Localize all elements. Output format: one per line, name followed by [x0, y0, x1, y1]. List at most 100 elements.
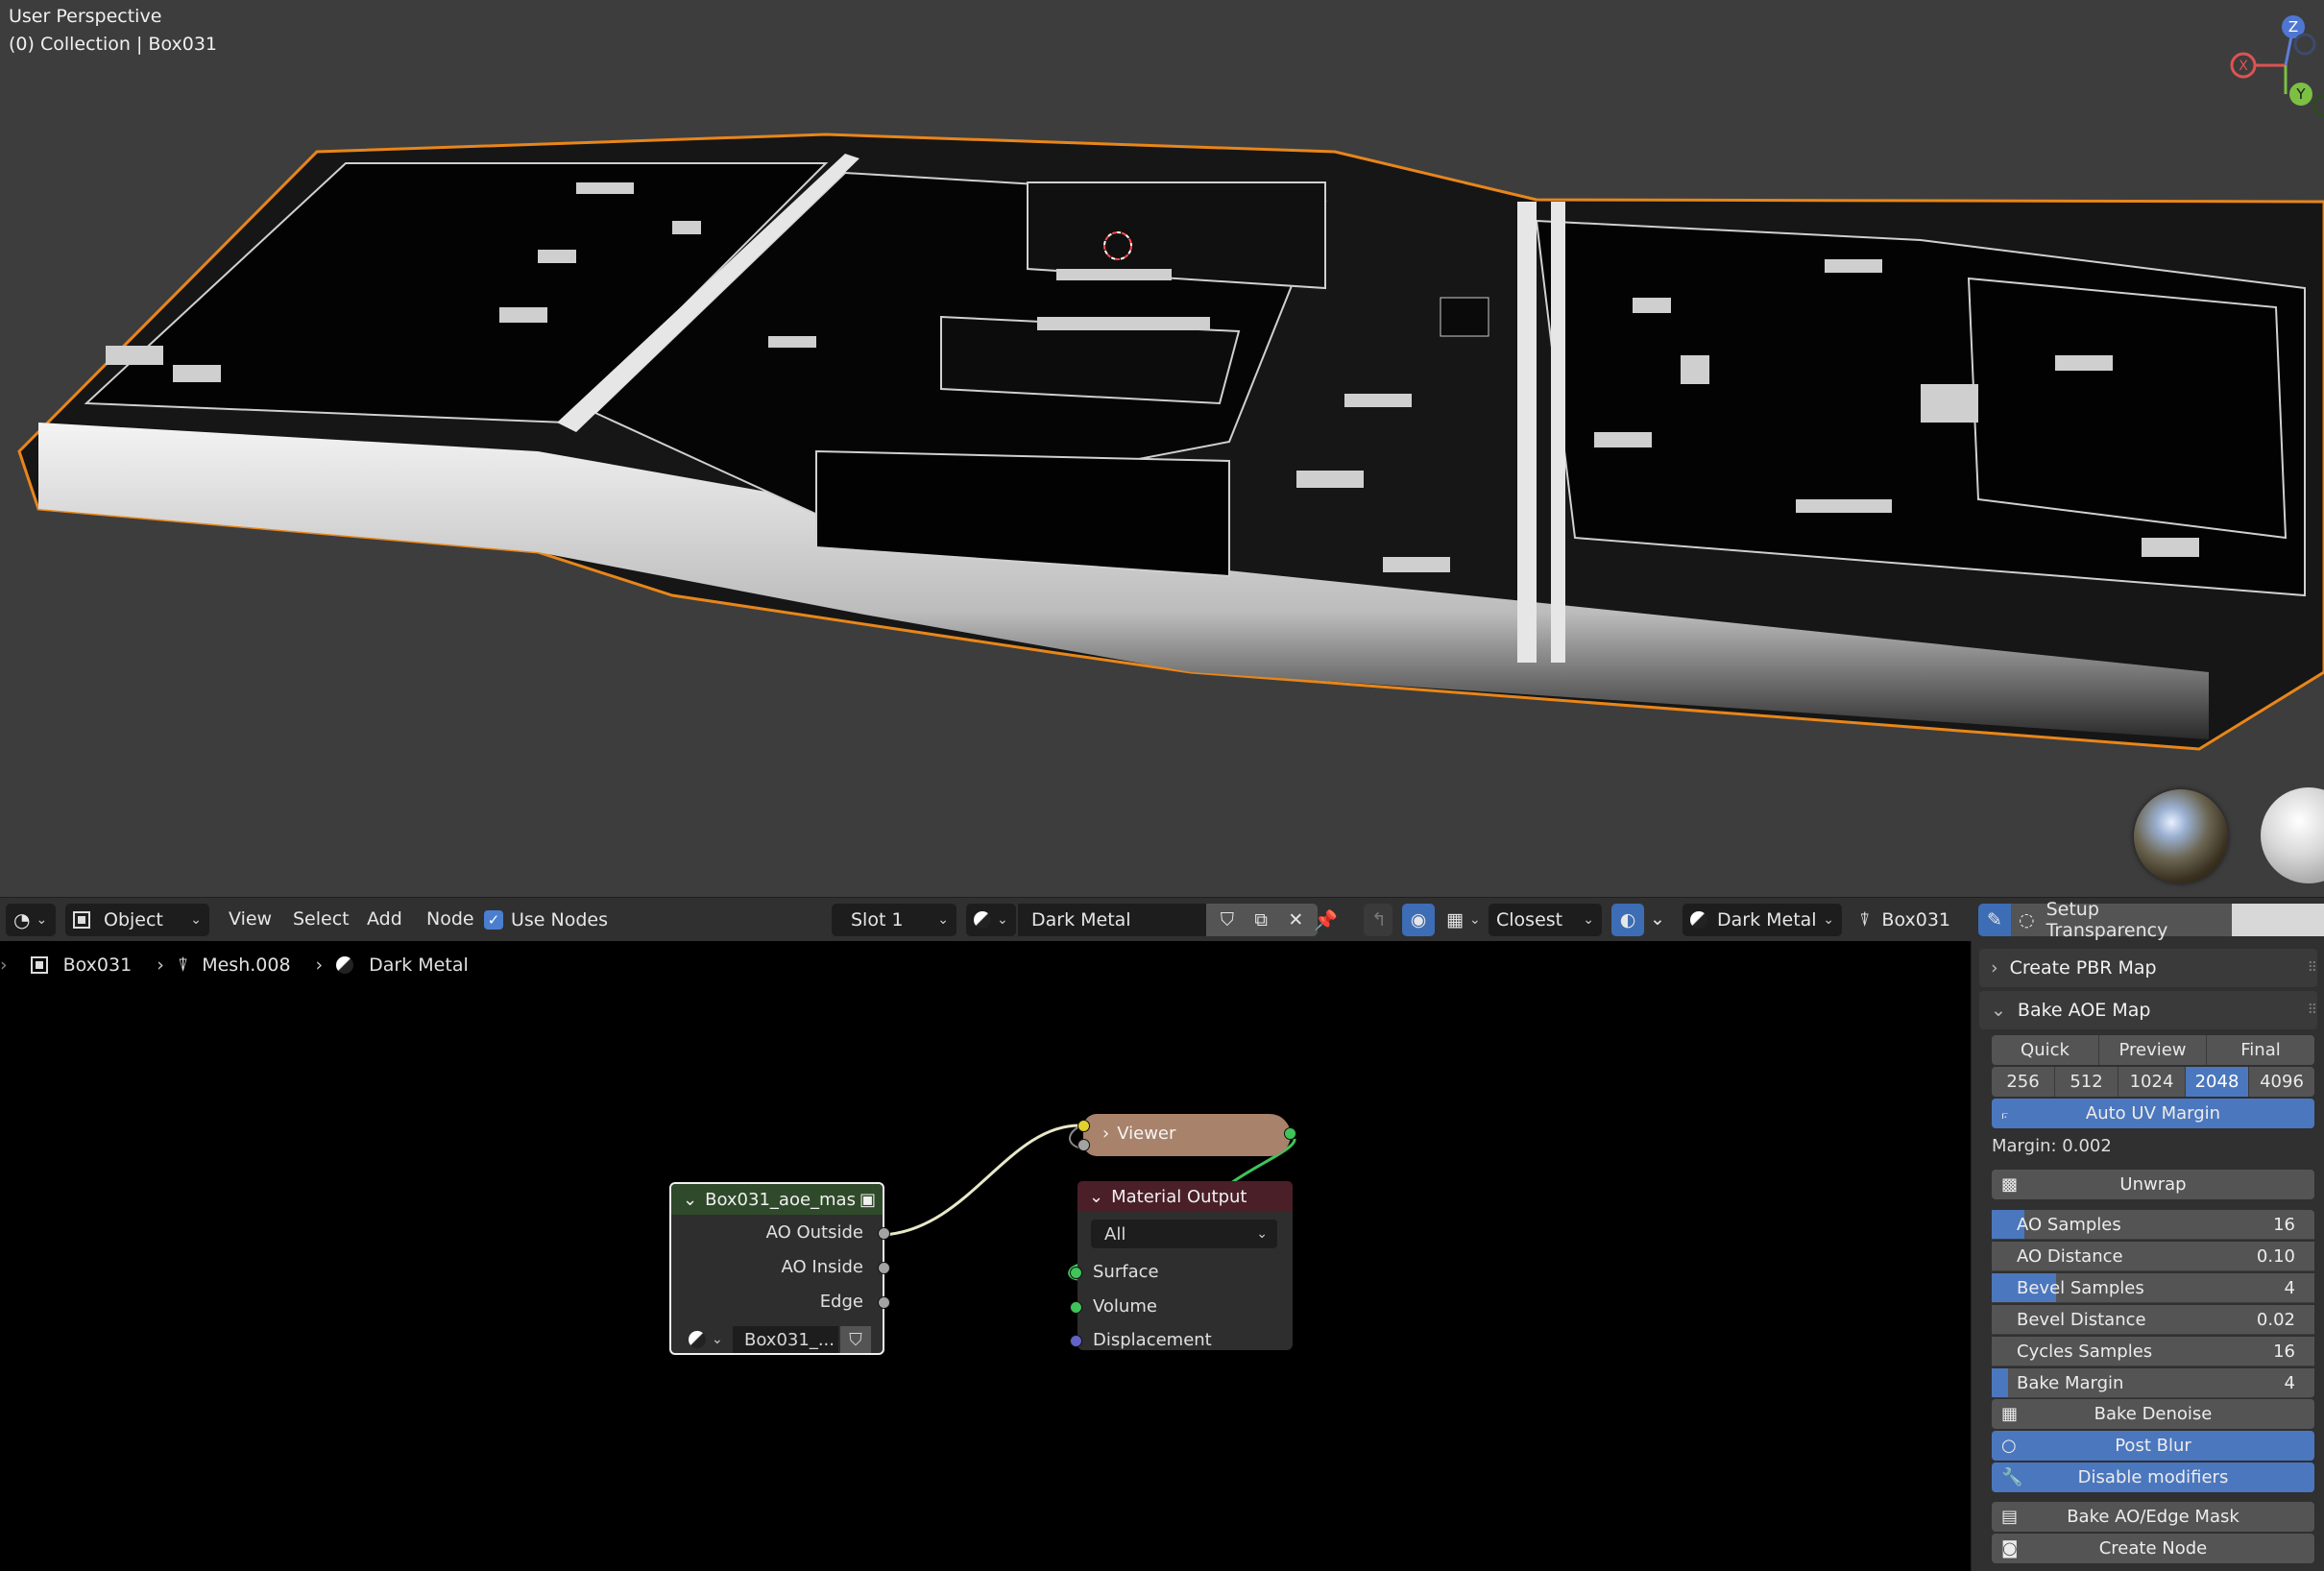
- menu-node[interactable]: Node: [426, 908, 474, 930]
- 3d-viewport[interactable]: User Perspective (0) Collection | Box031…: [0, 0, 2324, 897]
- node-editor-canvas[interactable]: › Box031 › ⍒ Mesh.008 › Dark Metal ⌄ Box…: [0, 941, 1971, 1571]
- prop-ao-distance[interactable]: AO Distance 0.10: [1992, 1242, 2314, 1271]
- socket-viewer-color[interactable]: [1077, 1120, 1090, 1132]
- target-dropdown[interactable]: All ⌄: [1091, 1220, 1277, 1248]
- prop-bevel-distance[interactable]: Bevel Distance 0.02: [1992, 1305, 2314, 1335]
- post-blur-toggle[interactable]: ○ Post Blur: [1992, 1431, 2314, 1461]
- resolution-256[interactable]: 256: [1992, 1067, 2055, 1097]
- chevron-down-icon[interactable]: ⌄: [1089, 1187, 1103, 1207]
- snap-element-dropdown[interactable]: ▦ ⌄: [1439, 904, 1487, 936]
- prop-value: 4: [2284, 1372, 2295, 1393]
- prop-value: 0.02: [2256, 1309, 2295, 1330]
- image-name-field[interactable]: Box031_...: [733, 1326, 838, 1353]
- post-blur-label: Post Blur: [2115, 1436, 2191, 1456]
- object-selector[interactable]: ⍒ Box031: [1852, 904, 1967, 936]
- scene-render[interactable]: [0, 0, 2324, 897]
- editor-type-button[interactable]: ◔ ⌄: [6, 904, 56, 936]
- mode-dropdown[interactable]: Object ⌄: [65, 904, 209, 936]
- resolution-1024[interactable]: 1024: [2118, 1067, 2186, 1097]
- prop-value: 16: [2273, 1214, 2295, 1235]
- menu-add[interactable]: Add: [367, 908, 402, 930]
- wrench-icon: 🔧: [2001, 1467, 2023, 1487]
- socket-viewer-value[interactable]: [1077, 1139, 1090, 1151]
- image-node-header[interactable]: ⌄ Box031_aoe_mas ▣: [671, 1184, 883, 1215]
- viewer-node[interactable]: › Viewer: [1077, 1114, 1296, 1156]
- material-name-field[interactable]: Dark Metal: [1018, 904, 1206, 936]
- create-node-button[interactable]: ◙ Create Node: [1992, 1534, 2314, 1563]
- socket-ao-outside[interactable]: [878, 1227, 890, 1240]
- resolution-2048[interactable]: 2048: [2186, 1067, 2249, 1097]
- chevron-down-icon: ⌄: [36, 912, 48, 928]
- prop-cycles-samples[interactable]: Cycles Samples 16: [1992, 1337, 2314, 1366]
- fake-user-shield-icon[interactable]: ⛉: [840, 1326, 871, 1353]
- image-node-title: Box031_aoe_mas: [705, 1189, 856, 1210]
- socket-viewer-output[interactable]: [1284, 1127, 1296, 1140]
- parent-node-tree-icon[interactable]: ↰: [1364, 904, 1392, 936]
- chevron-down-icon: ⌄: [712, 1332, 723, 1347]
- menu-view[interactable]: View: [229, 908, 272, 930]
- material-output-header[interactable]: ⌄ Material Output: [1077, 1181, 1293, 1212]
- chevron-down-icon: ⌄: [997, 912, 1008, 928]
- bake-denoise-toggle[interactable]: ▦ Bake Denoise: [1992, 1399, 2314, 1429]
- prop-bake-margin[interactable]: Bake Margin 4: [1992, 1368, 2314, 1398]
- overlay-toggle-icon[interactable]: ◐: [1611, 904, 1644, 936]
- bake-denoise-label: Bake Denoise: [2094, 1404, 2213, 1424]
- unwrap-button[interactable]: ▩ Unwrap: [1992, 1170, 2314, 1199]
- drag-handle-icon[interactable]: ⠿: [2308, 1003, 2317, 1018]
- pin-icon[interactable]: 📌: [1314, 908, 1338, 931]
- resolution-512[interactable]: 512: [2055, 1067, 2118, 1097]
- chevron-right-icon: ›: [157, 955, 164, 976]
- prop-ao-samples[interactable]: AO Samples 16: [1992, 1210, 2314, 1240]
- navigation-gizmo[interactable]: Z X Y: [2209, 0, 2324, 125]
- hdri-preview-ball[interactable]: [2134, 789, 2228, 883]
- quality-quick[interactable]: Quick: [1992, 1035, 2099, 1065]
- material-output-title: Material Output: [1111, 1186, 1247, 1207]
- output-ao-inside: AO Inside: [781, 1257, 863, 1277]
- material-output-node[interactable]: ⌄ Material Output All ⌄ Surface Volume D…: [1070, 1181, 1293, 1350]
- snap-toggle-icon[interactable]: ◉: [1402, 904, 1435, 936]
- browse-material-button[interactable]: ⌄: [966, 904, 1016, 936]
- prop-bevel-samples[interactable]: Bevel Samples 4: [1992, 1273, 2314, 1303]
- chevron-down-icon[interactable]: ⌄: [1650, 908, 1665, 930]
- close-icon[interactable]: ✕: [1288, 909, 1303, 931]
- use-nodes-checkbox[interactable]: ✓ Use Nodes: [484, 904, 618, 936]
- panel-create-pbr-map[interactable]: › Create PBR Map ⠿: [1991, 949, 2317, 987]
- socket-ao-inside[interactable]: [878, 1262, 890, 1274]
- chevron-down-icon[interactable]: ⌄: [683, 1190, 697, 1210]
- drag-handle-icon[interactable]: ⠿: [2308, 960, 2317, 976]
- setup-transparency-label: Setup Transparency: [2046, 899, 2168, 941]
- image-texture-node[interactable]: ⌄ Box031_aoe_mas ▣ AO Outside AO Inside …: [669, 1182, 890, 1355]
- target-label: All: [1104, 1223, 1126, 1245]
- socket-volume[interactable]: [1070, 1301, 1082, 1314]
- setup-transparency-button[interactable]: ◌ Setup Transparency: [2011, 899, 2232, 941]
- node-editor-icon: ◔: [13, 908, 31, 931]
- disable-modifiers-toggle[interactable]: 🔧 Disable modifiers: [1992, 1462, 2314, 1492]
- transparency-icon: ◌: [2019, 909, 2035, 931]
- chevron-right-icon[interactable]: ›: [1102, 1124, 1109, 1144]
- quality-preview[interactable]: Preview: [2099, 1035, 2207, 1065]
- uv-margin-icon: ⟔: [2001, 1103, 2009, 1123]
- quality-final[interactable]: Final: [2207, 1035, 2314, 1065]
- transparency-field[interactable]: [2232, 904, 2324, 936]
- use-nodes-label: Use Nodes: [511, 909, 609, 931]
- material-actions: ⛉ ⧉ ✕: [1206, 904, 1318, 936]
- slot-dropdown[interactable]: Slot 1 ⌄: [832, 904, 956, 936]
- socket-edge[interactable]: [878, 1296, 890, 1309]
- pbr-tool-icon[interactable]: ✎: [1978, 904, 2011, 936]
- prop-label: Bevel Samples: [2017, 1277, 2144, 1298]
- resolution-4096[interactable]: 4096: [2249, 1067, 2314, 1097]
- material-dropdown-2[interactable]: Dark Metal ⌄: [1682, 904, 1842, 936]
- duplicate-icon[interactable]: ⧉: [1254, 909, 1268, 931]
- chevron-down-icon: ⌄: [1823, 912, 1834, 928]
- create-node-label: Create Node: [2098, 1538, 2208, 1559]
- socket-surface[interactable]: [1070, 1267, 1082, 1279]
- menu-select[interactable]: Select: [293, 908, 350, 930]
- snap-target-dropdown[interactable]: Closest ⌄: [1489, 904, 1602, 936]
- auto-uv-margin-toggle[interactable]: ⟔ Auto UV Margin: [1992, 1099, 2314, 1128]
- panel-bake-aoe-map[interactable]: ⌄ Bake AOE Map ⠿: [1991, 991, 2317, 1029]
- viewport-title: User Perspective: [9, 6, 162, 27]
- bake-ao-edge-button[interactable]: ▤ Bake AO/Edge Mask: [1992, 1502, 2314, 1532]
- socket-displacement[interactable]: [1070, 1335, 1082, 1347]
- margin-readout: Margin: 0.002: [1992, 1136, 2112, 1156]
- fake-user-shield-icon[interactable]: ⛉: [1221, 909, 1234, 931]
